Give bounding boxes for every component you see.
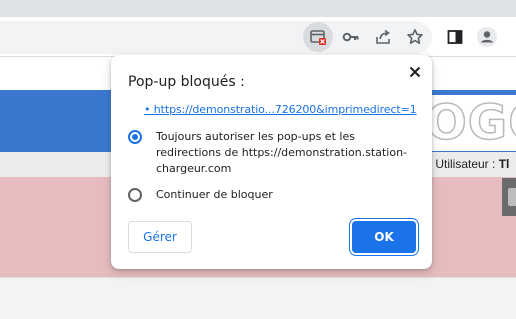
side-tab-handle[interactable] — [508, 188, 516, 206]
user-name: Tl — [498, 157, 510, 171]
close-icon — [409, 66, 421, 78]
blocked-popup-link[interactable]: • https://demonstratio...726200&imprimed… — [144, 103, 417, 116]
side-panel-icon[interactable] — [440, 22, 470, 52]
manage-button[interactable]: Gérer — [128, 221, 192, 253]
ok-button[interactable]: OK — [352, 221, 416, 253]
bullet: • — [144, 103, 151, 116]
profile-icon[interactable] — [472, 22, 502, 52]
key-icon[interactable] — [336, 22, 366, 52]
bubble-title: Pop-up bloqués : — [128, 74, 245, 90]
blocked-popup-link-text[interactable]: https://demonstratio...726200&imprimedir… — [154, 103, 417, 116]
user-label: - Utilisateur : Tl — [428, 157, 509, 171]
popup-blocked-bubble: Pop-up bloqués : • https://demonstratio.… — [111, 55, 432, 269]
close-button[interactable] — [404, 61, 426, 83]
option-keep-blocking-label[interactable]: Continuer de bloquer — [156, 187, 396, 203]
radio-always-allow[interactable] — [128, 130, 142, 144]
user-label-prefix: - Utilisateur : — [428, 157, 499, 171]
option-always-allow-label[interactable]: Toujours autoriser les pop-ups et les re… — [156, 129, 418, 177]
site-logo: OGO — [420, 95, 516, 151]
tab-strip — [0, 0, 516, 17]
page-footer-band — [0, 277, 516, 319]
share-icon[interactable] — [368, 22, 398, 52]
logo-text: OGO — [425, 95, 516, 151]
radio-keep-blocking[interactable] — [128, 188, 142, 202]
popup-blocked-icon[interactable] — [303, 22, 333, 52]
bookmark-star-icon[interactable] — [400, 22, 430, 52]
